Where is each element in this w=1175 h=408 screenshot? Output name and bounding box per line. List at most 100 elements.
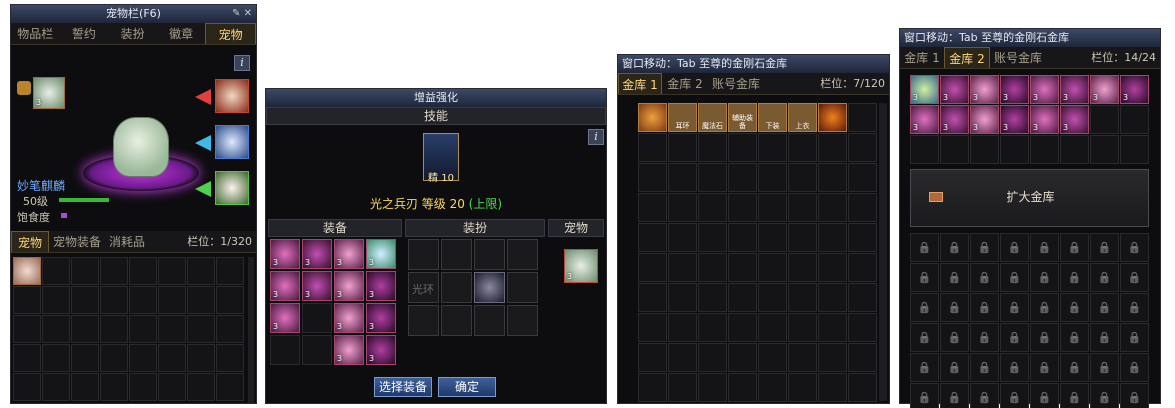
vault1-item[interactable]: 耳环 (668, 103, 697, 132)
pet-inventory-slot[interactable] (187, 286, 215, 314)
vault1-slot[interactable] (638, 193, 667, 222)
vault1-slot[interactable] (818, 223, 847, 252)
pet-inventory-slot[interactable] (187, 344, 215, 372)
vault2-item[interactable]: 3 (910, 75, 939, 104)
pet-inventory-slot[interactable] (71, 257, 99, 285)
vault2-item[interactable]: 3 (1030, 75, 1059, 104)
avatar-empty-slot[interactable] (441, 272, 472, 303)
vault1-slot[interactable] (728, 163, 757, 192)
avatar-item-slot[interactable] (474, 272, 505, 303)
pet-inventory-slot[interactable] (13, 286, 41, 314)
subtab-consumables[interactable]: 消耗品 (105, 231, 149, 252)
avatar-empty-slot[interactable] (474, 305, 505, 336)
pet-inventory-slot[interactable] (100, 344, 128, 372)
pet-inventory-slot[interactable] (71, 315, 99, 343)
vault1-item[interactable] (818, 103, 847, 132)
vault1-slot[interactable] (758, 373, 787, 402)
vault2-item[interactable]: 3 (1000, 105, 1029, 134)
vault1-scrollbar[interactable] (879, 103, 887, 401)
vault2-slot[interactable] (1120, 105, 1149, 134)
equip-item-slot[interactable]: 3 (270, 303, 300, 333)
vault1-slot[interactable] (728, 343, 757, 372)
vault1-slot[interactable] (788, 193, 817, 222)
equip-item-slot[interactable]: 3 (302, 271, 332, 301)
avatar-empty-slot[interactable] (441, 305, 472, 336)
vault1-slot[interactable] (788, 163, 817, 192)
vault2-tab-1[interactable]: 金库 1 (900, 47, 944, 68)
vault1-slot[interactable] (728, 313, 757, 342)
vault1-slot[interactable] (788, 253, 817, 282)
vault1-slot[interactable] (848, 163, 877, 192)
enhance-info-button[interactable]: i (588, 129, 604, 145)
vault1-tab-account[interactable]: 账号金库 (708, 73, 764, 94)
pet-inventory-slot[interactable] (216, 257, 244, 285)
vault2-item[interactable]: 3 (970, 105, 999, 134)
vault1-slot[interactable] (638, 283, 667, 312)
pet-inventory-slot[interactable] (129, 257, 157, 285)
vault2-item[interactable]: 3 (910, 105, 939, 134)
equip-item-slot[interactable]: 3 (270, 239, 300, 269)
vault2-item[interactable]: 3 (1000, 75, 1029, 104)
equip-item-slot[interactable]: 3 (334, 271, 364, 301)
vault2-tab-account[interactable]: 账号金库 (990, 47, 1046, 68)
vault2-slot[interactable] (1060, 135, 1089, 164)
vault1-item[interactable]: 上衣 (788, 103, 817, 132)
vault1-slot[interactable] (638, 253, 667, 282)
vault1-slot[interactable] (758, 223, 787, 252)
pet-inventory-slot[interactable] (100, 257, 128, 285)
vault1-tab-1[interactable]: 金库 1 (618, 73, 662, 94)
vault2-slot[interactable] (1120, 135, 1149, 164)
vault2-item[interactable]: 3 (970, 75, 999, 104)
vault1-slot[interactable] (638, 343, 667, 372)
vault1-tab-2[interactable]: 金库 2 (662, 73, 708, 94)
vault1-slot[interactable] (668, 133, 697, 162)
vault1-slot[interactable] (698, 313, 727, 342)
subtab-pet-equipment[interactable]: 宠物装备 (49, 231, 105, 252)
vault2-slot[interactable] (940, 135, 969, 164)
vault1-slot[interactable] (638, 373, 667, 402)
vault1-slot[interactable] (668, 313, 697, 342)
pet-inventory-slot[interactable] (71, 373, 99, 401)
pet-inventory-item[interactable] (13, 257, 41, 285)
vault1-slot[interactable] (638, 223, 667, 252)
pet-inventory-slot[interactable] (129, 344, 157, 372)
vault1-slot[interactable] (698, 283, 727, 312)
equip-empty-slot[interactable] (302, 335, 332, 365)
vault2-slot[interactable] (1030, 135, 1059, 164)
vault1-slot[interactable] (668, 283, 697, 312)
select-equipment-button[interactable]: 选择装备 (374, 377, 432, 397)
pet-inventory-slot[interactable] (158, 344, 186, 372)
vault1-slot[interactable] (698, 343, 727, 372)
vault1-slot[interactable] (668, 193, 697, 222)
pet-inventory-slot[interactable] (216, 373, 244, 401)
vault2-slot[interactable] (1090, 135, 1119, 164)
vault1-slot[interactable] (638, 313, 667, 342)
vault1-slot[interactable] (788, 343, 817, 372)
pet-slot[interactable]: 3 (564, 249, 598, 283)
confirm-button[interactable]: 确定 (438, 377, 496, 397)
pet-portrait-slot[interactable]: 3 (33, 77, 65, 109)
vault1-slot[interactable] (728, 373, 757, 402)
equip-item-slot[interactable]: 3 (366, 271, 396, 301)
equip-empty-slot[interactable] (270, 335, 300, 365)
vault2-titlebar[interactable]: 窗口移动：Tab 至尊的金刚石金库 (900, 29, 1160, 47)
vault1-slot[interactable] (848, 313, 877, 342)
vault1-slot[interactable] (788, 223, 817, 252)
vault1-slot[interactable] (788, 283, 817, 312)
avatar-empty-slot[interactable] (507, 272, 538, 303)
pet-inventory-slot[interactable] (216, 344, 244, 372)
subtab-pet[interactable]: 宠物 (11, 231, 49, 252)
avatar-empty-slot[interactable] (408, 239, 439, 270)
pet-equip-slot-red[interactable] (215, 79, 249, 113)
tab-oath[interactable]: 誓约 (60, 23, 109, 44)
pet-equip-slot-green[interactable] (215, 171, 249, 205)
vault1-titlebar[interactable]: 窗口移动：Tab 至尊的金刚石金库 (618, 55, 889, 73)
pet-inventory-slot[interactable] (13, 315, 41, 343)
vault1-slot[interactable] (728, 193, 757, 222)
equip-item-slot[interactable]: 3 (366, 303, 396, 333)
vault1-slot[interactable] (848, 193, 877, 222)
vault1-slot[interactable] (758, 163, 787, 192)
vault1-slot[interactable] (848, 133, 877, 162)
pet-inventory-slot[interactable] (187, 373, 215, 401)
avatar-empty-slot[interactable] (507, 305, 538, 336)
